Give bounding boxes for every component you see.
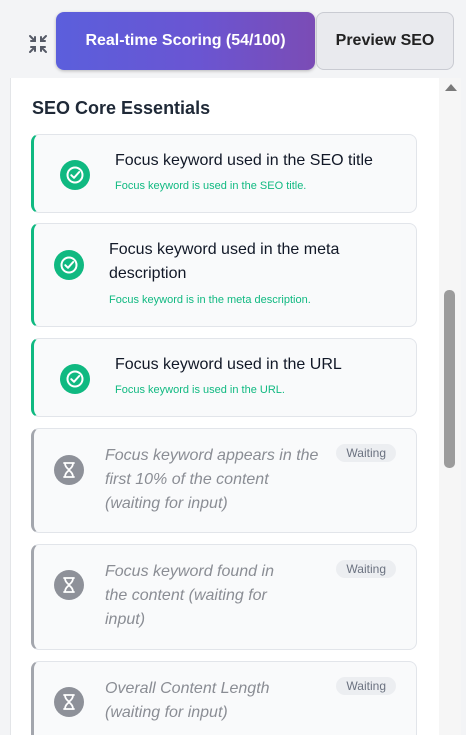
check-title: Focus keyword appears in the first 10% o… <box>105 447 319 512</box>
check-card-url: Focus keyword used in the URL Focus keyw… <box>31 338 417 417</box>
waiting-badge: Waiting <box>336 677 396 695</box>
check-card-content-length: Overall Content Length (waiting for inpu… <box>31 661 417 735</box>
check-card-meta-description: Focus keyword used in the meta descripti… <box>31 223 417 327</box>
check-circle-icon <box>54 250 84 280</box>
check-title: Overall Content Length (waiting for inpu… <box>105 680 270 721</box>
check-detail: Focus keyword is used in the URL. <box>115 384 285 396</box>
hourglass-icon <box>54 570 84 600</box>
check-title: Focus keyword used in the SEO title <box>115 152 373 169</box>
check-title: Focus keyword used in the URL <box>115 356 342 373</box>
scroll-up-arrow-icon[interactable] <box>445 84 457 91</box>
check-title: Focus keyword used in the meta descripti… <box>109 241 340 282</box>
scoring-panel: SEO Core Essentials Focus keyword used i… <box>10 78 440 735</box>
hourglass-icon <box>54 687 84 717</box>
check-card-keyword-in-content: Focus keyword found in the content (wait… <box>31 544 417 650</box>
hourglass-icon <box>54 455 84 485</box>
scroll-thumb[interactable] <box>444 290 455 468</box>
check-detail: Focus keyword is in the meta description… <box>109 294 311 306</box>
tab-realtime-scoring[interactable]: Real-time Scoring (54/100) <box>56 12 315 70</box>
waiting-badge: Waiting <box>336 560 396 578</box>
check-circle-icon <box>60 364 90 394</box>
check-detail: Focus keyword is used in the SEO title. <box>115 180 307 192</box>
section-title: SEO Core Essentials <box>32 98 211 118</box>
check-card-seo-title: Focus keyword used in the SEO title Focu… <box>31 134 417 213</box>
tab-preview-seo[interactable]: Preview SEO <box>316 12 454 70</box>
collapse-arrows-icon <box>29 35 47 53</box>
collapse-button[interactable] <box>21 27 55 61</box>
check-title: Focus keyword found in the content (wait… <box>105 563 274 628</box>
check-circle-icon <box>60 160 90 190</box>
vertical-scrollbar[interactable] <box>439 78 461 735</box>
top-bar: Real-time Scoring (54/100) Preview SEO <box>0 0 466 78</box>
check-card-first-10-percent: Focus keyword appears in the first 10% o… <box>31 428 417 533</box>
waiting-badge: Waiting <box>336 444 396 462</box>
